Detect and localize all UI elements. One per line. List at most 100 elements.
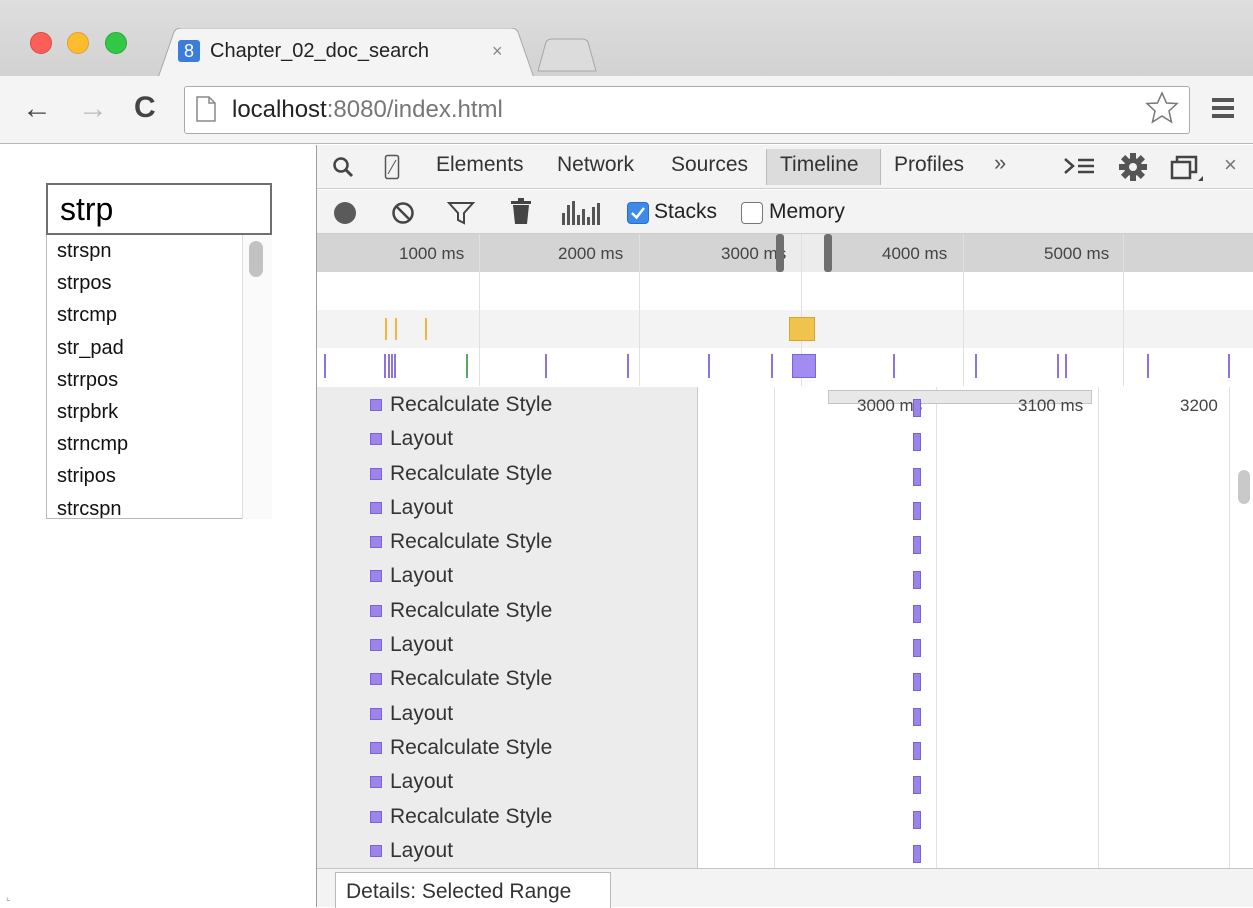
suggestion-item[interactable]: strpos xyxy=(47,267,271,299)
suggestion-item[interactable]: strcspn xyxy=(47,493,271,519)
bookmark-star-icon[interactable] xyxy=(1144,90,1180,126)
tab-title: Chapter_02_doc_search xyxy=(210,40,430,62)
memory-label[interactable]: Memory xyxy=(769,200,845,224)
tab-elements[interactable]: Elements xyxy=(436,153,524,177)
url-text[interactable]: localhost:8080/index.html xyxy=(232,96,503,124)
timeline-record-bar[interactable] xyxy=(913,604,921,623)
rendering-category-icon xyxy=(370,570,382,583)
filter-icon[interactable] xyxy=(446,201,476,225)
timeline-record-row[interactable]: Layout xyxy=(317,490,697,524)
tab-close-icon[interactable]: × xyxy=(492,41,503,62)
timeline-record-row[interactable]: Layout xyxy=(317,421,697,455)
overview-band-scripting xyxy=(317,310,1253,348)
timeline-record-bar[interactable] xyxy=(913,639,921,658)
search-icon[interactable] xyxy=(332,156,354,178)
rendering-category-icon xyxy=(370,776,382,789)
timeline-record-bar[interactable] xyxy=(913,399,921,417)
clear-icon[interactable] xyxy=(391,201,415,225)
garbage-collect-icon[interactable] xyxy=(511,198,531,224)
rendering-event-mark xyxy=(545,354,547,378)
timeline-record-label: Recalculate Style xyxy=(390,530,553,554)
rendering-event-mark xyxy=(1228,354,1230,378)
window-zoom-button[interactable] xyxy=(105,32,127,54)
overview-band-events xyxy=(317,272,1253,310)
window-close-button[interactable] xyxy=(30,32,52,54)
timeline-record-row[interactable]: Layout xyxy=(317,558,697,592)
suggestion-item[interactable]: strpbrk xyxy=(47,396,271,428)
rendering-event-mark xyxy=(708,354,710,378)
overview-selection-window[interactable] xyxy=(780,234,828,272)
timeline-record-bar[interactable] xyxy=(913,776,921,795)
rendering-category-icon xyxy=(370,741,382,754)
suggestion-list[interactable]: strspn strpos strcmp str_pad strrpos strpbrk s… xyxy=(46,235,272,519)
resize-corner-icon: ⌞ xyxy=(6,892,11,903)
timeline-record-row[interactable]: Layout xyxy=(317,833,697,867)
more-tabs-icon[interactable]: » xyxy=(994,150,1006,176)
detail-scrollbar-thumb[interactable] xyxy=(1238,470,1250,504)
timeline-record-bar[interactable] xyxy=(913,570,921,589)
stacks-label[interactable]: Stacks xyxy=(654,200,717,224)
suggestion-item[interactable]: strspn xyxy=(47,235,271,267)
timeline-record-label: Recalculate Style xyxy=(390,804,553,828)
timeline-record-row[interactable]: Layout xyxy=(317,696,697,730)
timeline-detail-pane[interactable] xyxy=(699,387,1253,868)
timeline-record-bar[interactable] xyxy=(913,810,921,829)
rendering-category-icon xyxy=(370,536,382,549)
timeline-records-list[interactable]: Recalculate Style Layout Recalculate Style… xyxy=(317,387,698,868)
timeline-record-row[interactable]: Layout xyxy=(317,764,697,798)
tab-profiles[interactable]: Profiles xyxy=(894,153,964,177)
device-mode-icon[interactable] xyxy=(384,154,400,180)
tab-timeline[interactable]: Timeline xyxy=(780,153,859,177)
console-drawer-icon[interactable] xyxy=(1062,154,1096,178)
suggestion-item[interactable]: str_pad xyxy=(47,332,271,364)
timeline-record-bar[interactable] xyxy=(913,536,921,555)
tab-sources[interactable]: Sources xyxy=(671,153,748,177)
detail-gridline xyxy=(936,387,937,868)
reload-button[interactable]: C xyxy=(134,92,156,124)
record-icon[interactable] xyxy=(334,202,356,224)
timeline-record-bar[interactable] xyxy=(913,501,921,520)
stacks-checkbox[interactable] xyxy=(627,202,649,224)
suggestion-item[interactable]: stripos xyxy=(47,460,271,492)
timeline-record-row[interactable]: Recalculate Style xyxy=(317,730,697,764)
suggestion-scrollbar[interactable] xyxy=(242,235,272,519)
timeline-record-bar[interactable] xyxy=(913,433,921,452)
search-input[interactable] xyxy=(46,183,272,235)
dock-side-icon[interactable] xyxy=(1170,154,1204,184)
timeline-record-row[interactable]: Recalculate Style xyxy=(317,799,697,833)
suggestion-item[interactable]: strcmp xyxy=(47,299,271,331)
timeline-record-row[interactable]: Recalculate Style xyxy=(317,593,697,627)
browser-tab[interactable]: 8 Chapter_02_doc_search × xyxy=(158,28,534,78)
timeline-record-label: Recalculate Style xyxy=(390,735,553,759)
overview-right-handle[interactable] xyxy=(824,234,832,272)
rendering-event-mark xyxy=(975,354,977,378)
timeline-record-row[interactable]: Recalculate Style xyxy=(317,524,697,558)
settings-gear-icon[interactable] xyxy=(1118,152,1148,182)
window-minimize-button[interactable] xyxy=(67,32,89,54)
details-label[interactable]: Details: Selected Range xyxy=(346,880,571,904)
timeline-record-row[interactable]: Recalculate Style xyxy=(317,661,697,695)
rendering-event-mark xyxy=(388,354,390,378)
hamburger-menu-icon[interactable] xyxy=(1210,96,1236,120)
timeline-record-bar[interactable] xyxy=(913,673,921,692)
forward-button[interactable]: → xyxy=(78,94,108,124)
suggestion-item[interactable]: strrpos xyxy=(47,364,271,396)
back-button[interactable]: ← xyxy=(22,94,52,124)
suggestion-item[interactable]: strncmp xyxy=(47,428,271,460)
timeline-record-bar[interactable] xyxy=(913,707,921,726)
timeline-record-bar[interactable] xyxy=(913,844,921,863)
memory-checkbox[interactable] xyxy=(741,202,763,224)
overview-left-handle[interactable] xyxy=(776,234,784,272)
suggestion-scrollbar-thumb[interactable] xyxy=(249,241,263,277)
frames-view-icon[interactable] xyxy=(562,199,602,225)
devtools-close-icon[interactable]: × xyxy=(1224,152,1237,178)
timeline-record-bar[interactable] xyxy=(913,467,921,486)
detail-gridline xyxy=(1229,387,1230,868)
timeline-record-row[interactable]: Layout xyxy=(317,627,697,661)
timeline-record-row[interactable]: Recalculate Style xyxy=(317,387,697,421)
timeline-record-row[interactable]: Recalculate Style xyxy=(317,456,697,490)
rendering-event-mark xyxy=(627,354,629,378)
tab-network[interactable]: Network xyxy=(557,153,634,177)
new-tab-button[interactable] xyxy=(536,38,598,72)
timeline-record-bar[interactable] xyxy=(913,742,921,760)
